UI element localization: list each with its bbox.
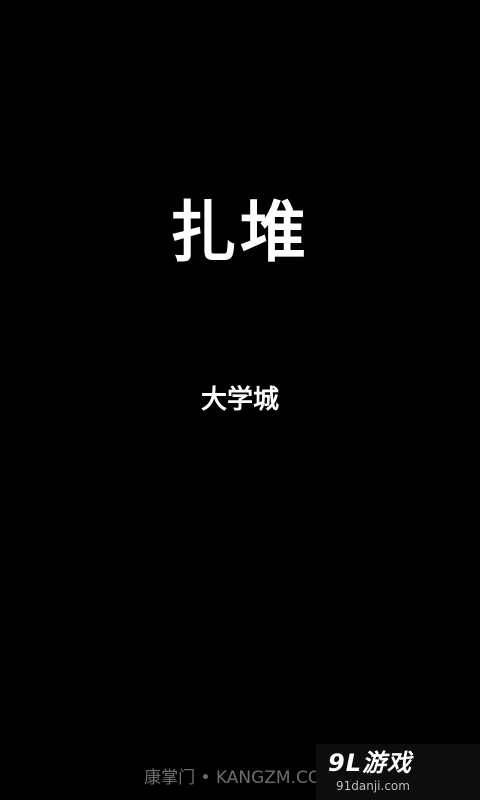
- app-title: 扎堆: [170, 194, 310, 271]
- watermark-logo-mark: 9L游戏: [328, 749, 412, 777]
- app-subtitle: 大学城: [200, 385, 279, 415]
- watermark-url: 91danji.com: [336, 779, 410, 793]
- splash-screen: 扎堆 大学城 康掌门 • KANGZM.COM 9L游戏 91danji.com: [0, 0, 480, 800]
- watermark-logo: 9L游戏 91danji.com: [316, 744, 480, 800]
